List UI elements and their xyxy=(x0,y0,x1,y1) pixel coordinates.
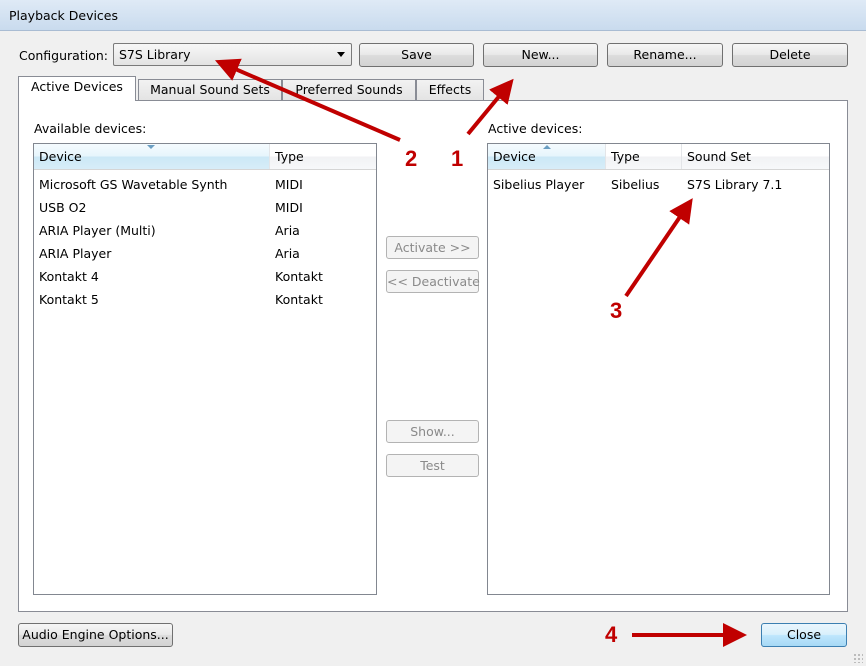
device-name: Kontakt 4 xyxy=(39,269,99,284)
tab-manual-sound-sets[interactable]: Manual Sound Sets xyxy=(138,79,282,101)
resize-grip[interactable] xyxy=(853,653,863,663)
active-devices-list[interactable]: Device Type Sound Set Sibelius Player Si… xyxy=(487,143,830,595)
device-name: Kontakt 5 xyxy=(39,292,99,307)
list-header: Device Type xyxy=(34,144,376,170)
available-devices-list[interactable]: Device Type Microsoft GS Wavetable Synth… xyxy=(33,143,377,595)
column-header-device[interactable]: Device xyxy=(488,144,606,169)
active-devices-label: Active devices: xyxy=(488,121,583,136)
annotation-number-1: 1 xyxy=(451,146,464,171)
rename-button[interactable]: Rename... xyxy=(607,43,723,67)
device-type: Kontakt xyxy=(275,292,323,307)
device-name: Sibelius Player xyxy=(493,177,585,192)
column-header-device[interactable]: Device xyxy=(34,144,270,169)
annotation-number-2: 2 xyxy=(405,146,418,171)
configuration-dropdown[interactable]: S7S Library xyxy=(113,43,352,66)
device-name: Microsoft GS Wavetable Synth xyxy=(39,177,228,192)
available-devices-label: Available devices: xyxy=(34,121,147,136)
device-type: Aria xyxy=(275,246,300,261)
title-bar: Playback Devices xyxy=(0,0,866,31)
device-type: MIDI xyxy=(275,177,303,192)
activate-button[interactable]: Activate >> xyxy=(386,236,479,259)
chevron-down-icon[interactable] xyxy=(337,52,345,57)
device-type: Aria xyxy=(275,223,300,238)
close-button[interactable]: Close xyxy=(761,623,847,647)
deactivate-button[interactable]: << Deactivate xyxy=(386,270,480,293)
device-type: MIDI xyxy=(275,200,303,215)
window-title: Playback Devices xyxy=(9,8,119,23)
device-type: Sibelius xyxy=(611,177,660,192)
device-name: ARIA Player xyxy=(39,246,112,261)
sort-down-icon xyxy=(147,145,155,149)
column-header-type[interactable]: Type xyxy=(606,144,682,169)
sort-up-icon xyxy=(543,145,551,149)
audio-engine-options-button[interactable]: Audio Engine Options... xyxy=(18,623,173,647)
column-header-type[interactable]: Type xyxy=(270,144,376,169)
device-sound-set: S7S Library 7.1 xyxy=(687,177,783,192)
new-button[interactable]: New... xyxy=(483,43,598,67)
tab-effects[interactable]: Effects xyxy=(416,79,484,101)
show-button[interactable]: Show... xyxy=(386,420,479,443)
configuration-value: S7S Library xyxy=(119,47,191,62)
test-button[interactable]: Test xyxy=(386,454,479,477)
tab-preferred-sounds[interactable]: Preferred Sounds xyxy=(282,79,416,101)
annotation-number-3: 3 xyxy=(610,298,623,323)
annotation-number-4: 4 xyxy=(605,622,618,647)
tab-active-devices[interactable]: Active Devices xyxy=(18,76,136,101)
device-type: Kontakt xyxy=(275,269,323,284)
delete-button[interactable]: Delete xyxy=(732,43,848,67)
save-button[interactable]: Save xyxy=(359,43,474,67)
column-header-sound-set[interactable]: Sound Set xyxy=(682,144,829,169)
device-name: USB O2 xyxy=(39,200,87,215)
device-name: ARIA Player (Multi) xyxy=(39,223,156,238)
configuration-label: Configuration: xyxy=(19,48,108,63)
list-header: Device Type Sound Set xyxy=(488,144,829,170)
